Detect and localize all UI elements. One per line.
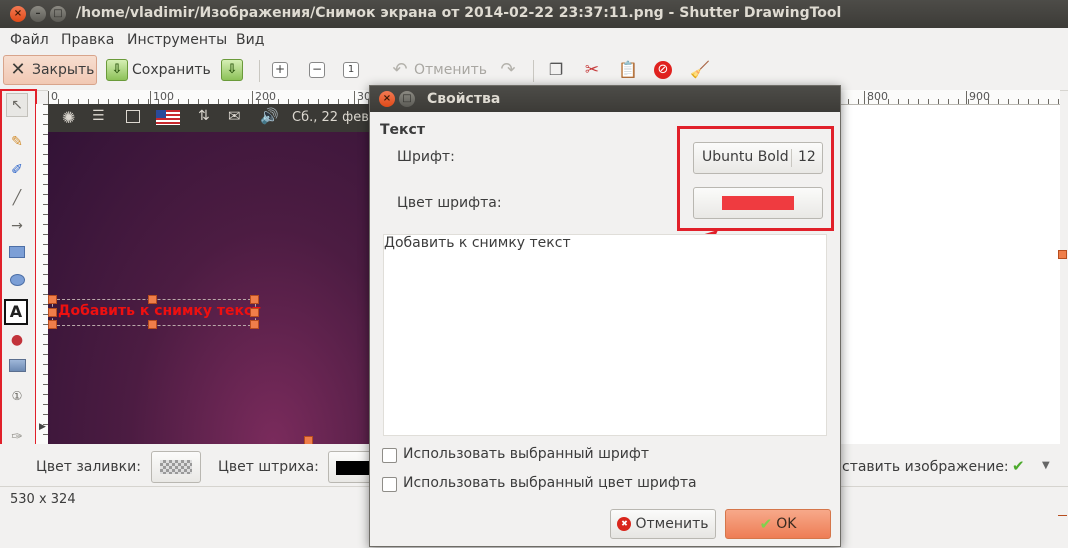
menu-tools[interactable]: Инструменты — [127, 32, 227, 48]
zoom-in-button[interactable]: + — [272, 55, 292, 85]
save-arrow-icon: ⇩ — [106, 59, 128, 81]
menu-view[interactable]: Вид — [236, 32, 264, 48]
use-color-checkbox[interactable] — [382, 477, 397, 492]
dialog-titlebar: × □ Свойства — [370, 86, 840, 112]
undo-label: Отменить — [414, 62, 488, 78]
cancel-icon: ✖ — [617, 517, 632, 531]
tool-palette-highlight — [0, 89, 37, 455]
resize-handle[interactable] — [250, 320, 259, 329]
resize-handle[interactable] — [148, 295, 157, 304]
canvas-resize-handle[interactable] — [1058, 250, 1067, 259]
zoom-out-button[interactable]: − — [309, 55, 329, 85]
undo-button[interactable]: ↶ Отменить — [390, 55, 490, 85]
close-x-icon: ✕ — [10, 59, 26, 80]
volume-icon: 🔊 — [260, 107, 279, 125]
stroke-color-button[interactable] — [328, 451, 374, 483]
menu-icon: ☰ — [92, 108, 105, 124]
resize-handle[interactable] — [48, 308, 57, 317]
resize-handle[interactable] — [48, 320, 57, 329]
save-label: Сохранить — [132, 62, 211, 78]
text-input-area[interactable]: Добавить к снимку текст — [383, 234, 827, 436]
screenshot-image[interactable] — [48, 104, 370, 444]
use-font-checkbox[interactable] — [382, 448, 397, 463]
save-button[interactable]: ⇩ Сохранить — [106, 55, 214, 85]
window-close-button[interactable]: × — [10, 6, 26, 22]
chevron-down-icon[interactable]: ▼ — [1042, 460, 1050, 471]
close-drawing-label: Закрыть — [32, 62, 95, 78]
undo-arrow-icon: ↶ — [392, 59, 408, 80]
window-minimize-button[interactable]: – — [30, 6, 46, 22]
transparent-swatch-icon — [160, 460, 192, 474]
clear-all-button[interactable]: 🧹 — [690, 55, 714, 85]
menu-edit[interactable]: Правка — [61, 32, 114, 48]
copy-button[interactable]: ❐ — [546, 55, 570, 85]
resize-handle[interactable] — [48, 295, 57, 304]
resize-handle[interactable] — [250, 295, 259, 304]
copy-icon: ❐ — [548, 60, 564, 79]
font-settings-highlight — [677, 126, 834, 231]
text-input-value: Добавить к снимку текст — [384, 235, 571, 251]
paste-clipboard-icon: 📋 — [618, 60, 638, 79]
dialog-close-button[interactable]: × — [379, 91, 395, 107]
delete-button[interactable]: ⊘ — [654, 55, 678, 85]
toolbar-separator — [533, 60, 534, 82]
redo-arrow-icon: ↷ — [500, 59, 516, 80]
export-icon: ⇩ — [221, 59, 243, 81]
dialog-ok-label: OK — [776, 516, 797, 532]
use-font-label: Использовать выбранный шрифт — [403, 446, 650, 462]
checkmark-icon[interactable]: ✔ — [1012, 457, 1025, 475]
ok-check-icon: ✔ — [759, 515, 773, 533]
unity-logo-icon: ✺ — [62, 108, 76, 127]
fill-color-button[interactable] — [151, 451, 201, 483]
menubar: Файл Правка Инструменты Вид — [0, 28, 1068, 52]
broom-icon: 🧹 — [690, 60, 710, 79]
dialog-cancel-button[interactable]: ✖ Отменить — [610, 509, 716, 539]
image-size: 530 x 324 — [10, 492, 76, 507]
us-flag-icon — [156, 110, 180, 125]
screenshot-top-panel: ✺ ☰ ⇅ ✉ 🔊 Сб., 22 фев — [48, 104, 370, 132]
menu-file[interactable]: Файл — [10, 32, 49, 48]
dialog-maximize-button[interactable]: □ — [399, 91, 415, 107]
properties-dialog: × □ Свойства Текст Шрифт: Ubuntu Bold 12… — [369, 85, 841, 547]
window-titlebar: × – □ /home/vladimir/Изображения/Снимок … — [0, 0, 1068, 28]
zoom-fit-button[interactable]: 1 — [343, 55, 363, 85]
dialog-cancel-label: Отменить — [635, 516, 709, 532]
paste-button[interactable]: 📋 — [618, 55, 642, 85]
resize-handle[interactable] — [250, 308, 259, 317]
window-icon — [126, 110, 140, 123]
cut-button[interactable]: ✂ — [582, 55, 606, 85]
export-button[interactable]: ⇩ — [221, 55, 247, 85]
resize-handle[interactable] — [148, 320, 157, 329]
dialog-title: Свойства — [427, 91, 501, 107]
no-entry-icon: ⊘ — [654, 61, 672, 79]
redo-button[interactable]: ↷ — [498, 55, 524, 85]
zoom-out-icon: − — [309, 62, 325, 78]
scroll-arrow-icon[interactable]: ▶ — [39, 422, 46, 432]
canvas-text-object[interactable]: Добавить к снимку текст — [58, 303, 260, 319]
fill-color-label: Цвет заливки: — [36, 459, 141, 475]
insert-image-label: ставить изображение: — [842, 459, 1009, 475]
stroke-color-label: Цвет штриха: — [218, 459, 319, 475]
zoom-fit-icon: 1 — [343, 62, 359, 78]
toolbar-separator — [259, 60, 260, 82]
text-section-heading: Текст — [380, 122, 425, 138]
zoom-in-icon: + — [272, 62, 288, 78]
font-color-label: Цвет шрифта: — [397, 195, 502, 211]
window-title: /home/vladimir/Изображения/Снимок экрана… — [76, 5, 842, 21]
close-drawing-button[interactable]: ✕ Закрыть — [3, 55, 97, 85]
font-label: Шрифт: — [397, 149, 455, 165]
scissors-icon: ✂ — [584, 60, 600, 80]
mail-icon: ✉ — [228, 107, 241, 125]
window-maximize-button[interactable]: □ — [50, 6, 66, 22]
network-icon: ⇅ — [198, 108, 210, 124]
use-color-label: Использовать выбранный цвет шрифта — [403, 475, 697, 491]
panel-date: Сб., 22 фев — [292, 110, 369, 125]
dialog-ok-button[interactable]: ✔ OK — [725, 509, 831, 539]
